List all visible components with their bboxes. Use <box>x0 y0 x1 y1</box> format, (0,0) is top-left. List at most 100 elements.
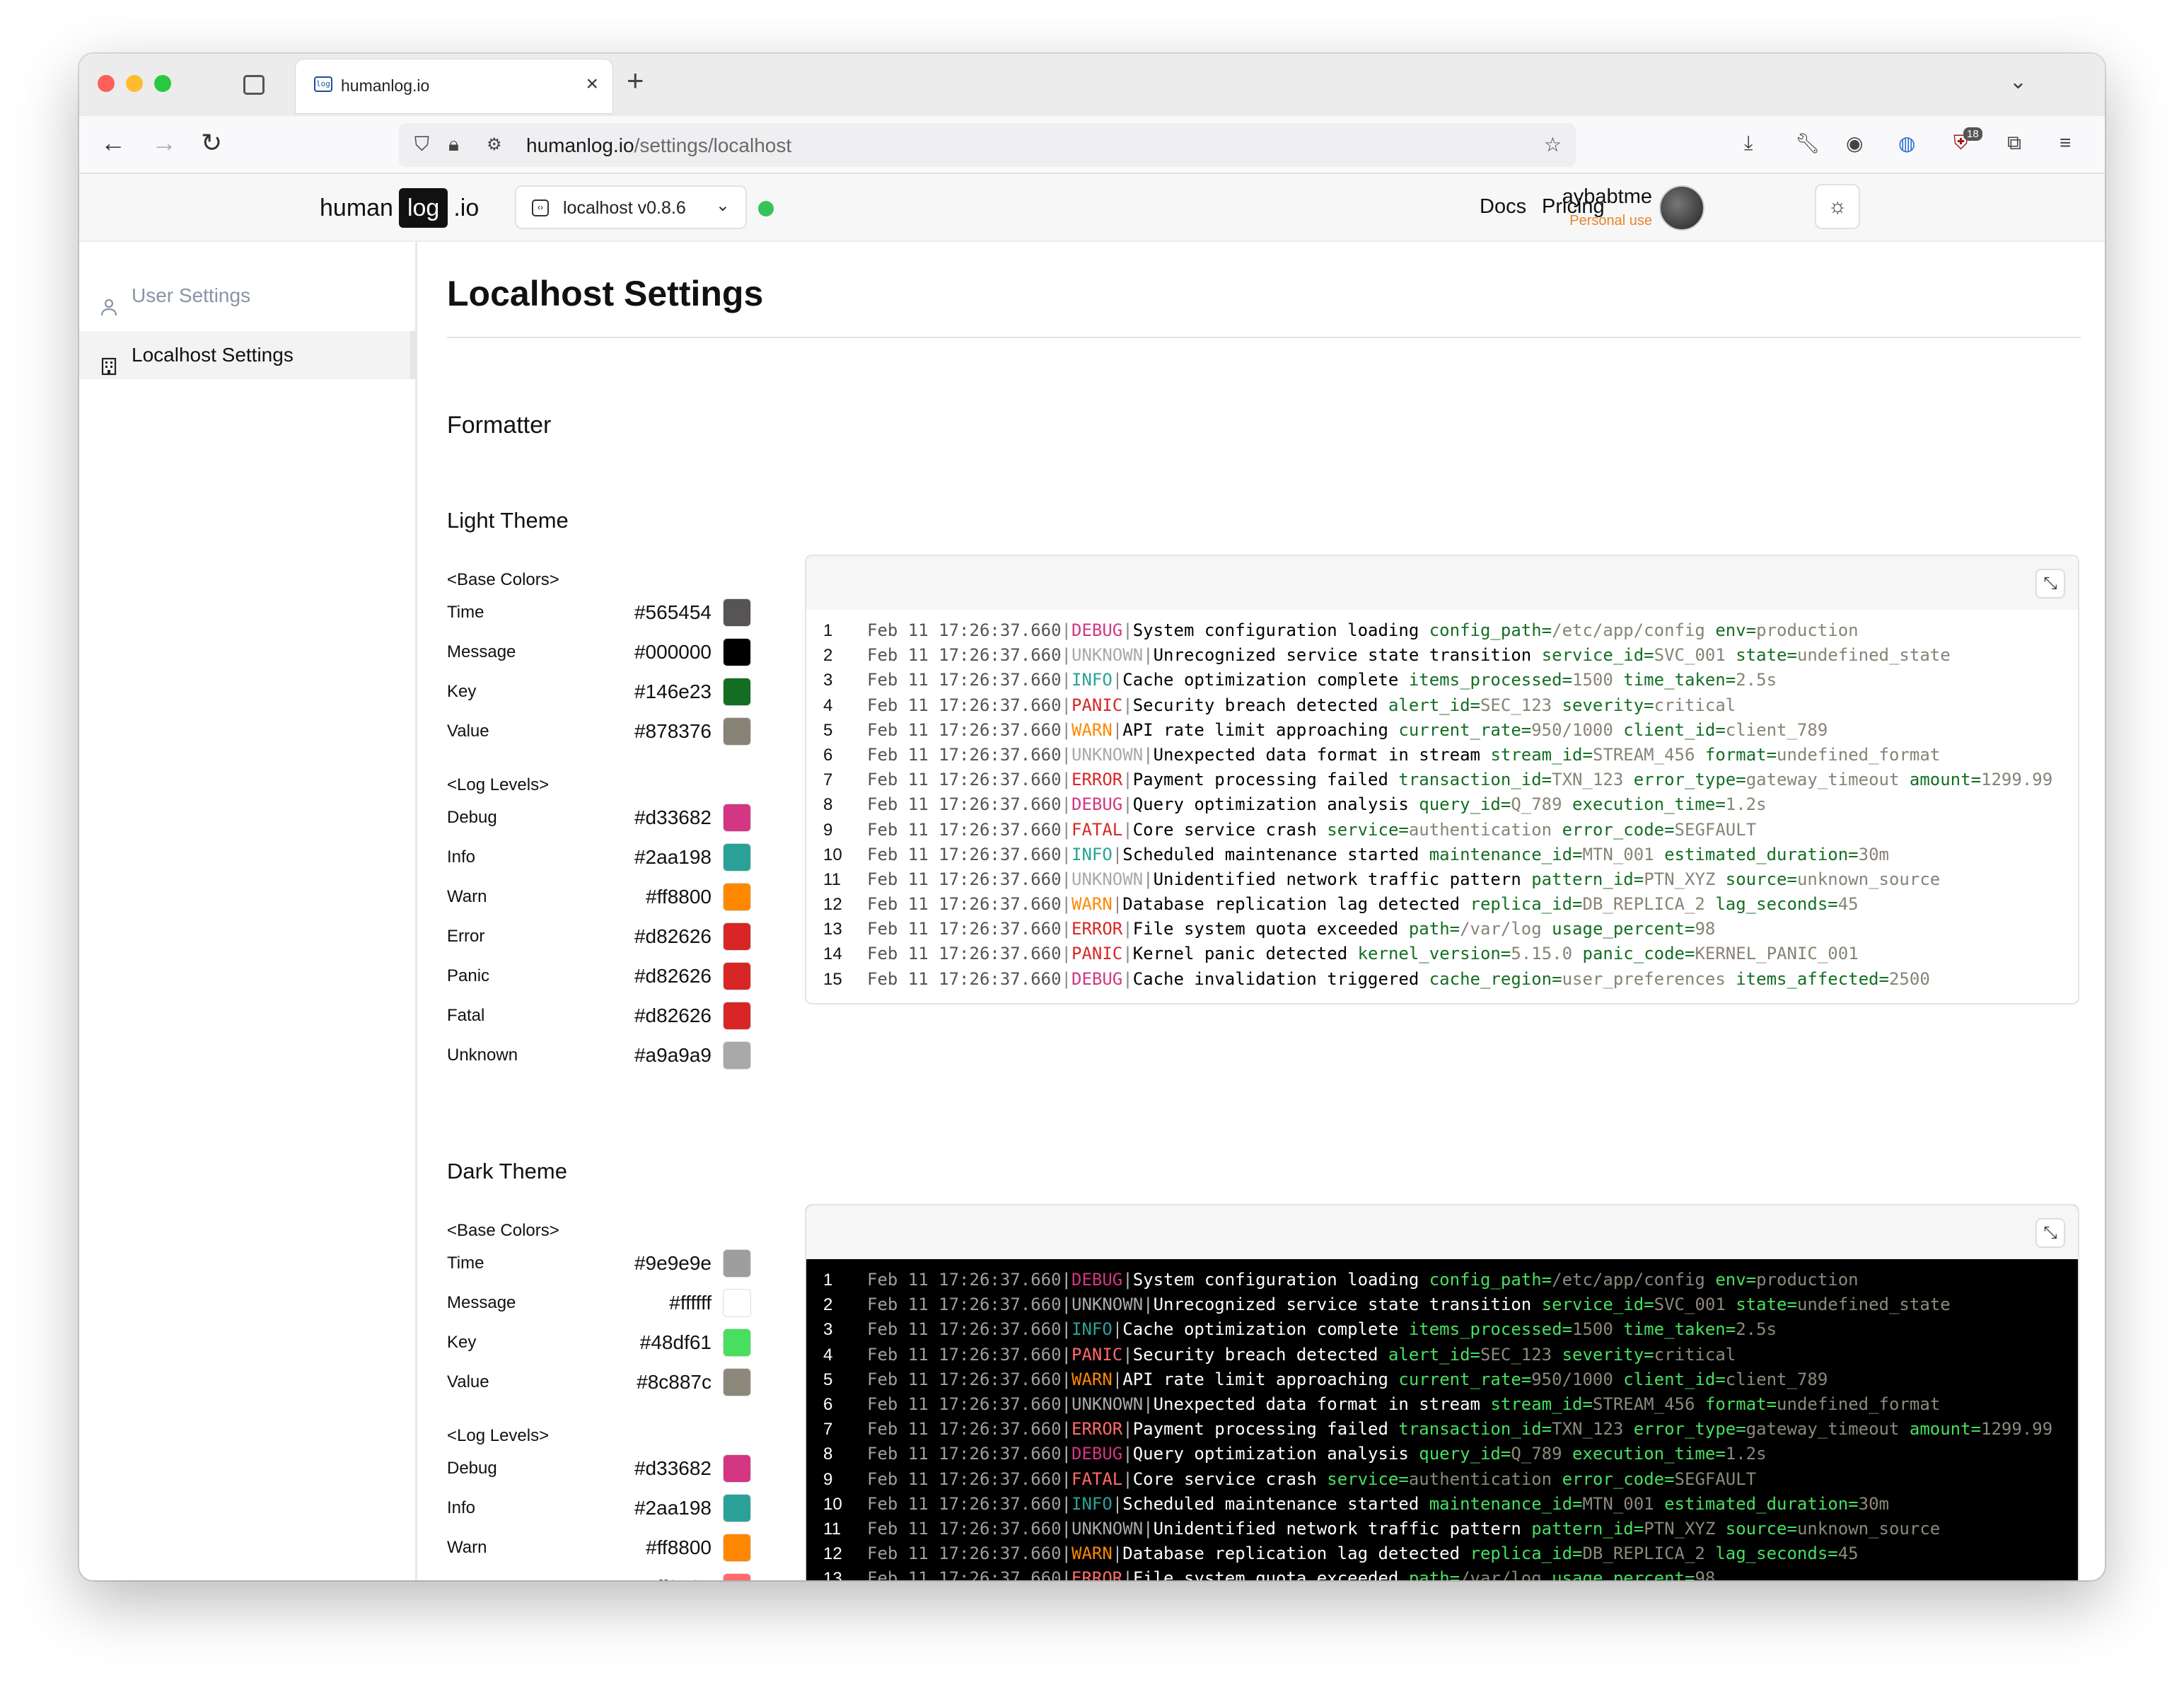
url-text[interactable]: humanlog.io/settings/localhost <box>526 134 791 157</box>
close-window-button[interactable] <box>98 75 115 92</box>
menu-icon[interactable]: ≡ <box>2060 132 2071 154</box>
light-theme-heading: Light Theme <box>447 508 569 533</box>
color-name: Info <box>447 847 476 867</box>
color-swatch[interactable] <box>723 1289 751 1317</box>
log-message: Payment processing failed <box>1132 1419 1399 1440</box>
color-swatch[interactable] <box>723 883 751 911</box>
log-separator: | <box>1061 1469 1071 1489</box>
color-swatch[interactable] <box>723 1041 751 1070</box>
color-swatch[interactable] <box>723 843 751 872</box>
address-bar[interactable]: ⛉ 🔒︎ ⚙ humanlog.io/settings/localhost ☆ <box>399 123 1576 167</box>
account-icon[interactable]: ◉ <box>1846 132 1863 155</box>
log-key: error_type= <box>1633 1419 1746 1440</box>
environment-label: localhost v0.8.6 <box>563 198 686 218</box>
line-number: 9 <box>823 1469 833 1489</box>
list-tabs-icon[interactable]: ⌄ <box>2009 69 2027 94</box>
log-value: 2.5s <box>1736 1319 1777 1340</box>
color-swatch[interactable] <box>723 1534 751 1562</box>
log-value: 30m <box>1858 1493 1889 1514</box>
color-swatch[interactable] <box>723 1328 751 1357</box>
color-hex: #d33682 <box>634 806 711 828</box>
back-icon[interactable]: ← <box>100 127 126 158</box>
log-key: service_id= <box>1541 645 1654 666</box>
sidebar-item-localhost-settings[interactable]: Localhost Settings <box>79 331 417 379</box>
log-key: config_path= <box>1429 1270 1552 1290</box>
color-swatch[interactable] <box>723 1368 751 1396</box>
log-value: SVC_001 <box>1654 645 1736 666</box>
sidebar-item-user-settings[interactable]: User Settings <box>79 272 412 320</box>
log-time: Feb 11 17:26:37.660 <box>867 869 1062 889</box>
tab-humanlog[interactable]: log humanlog.io × <box>296 59 612 113</box>
bookmark-star-icon[interactable]: ☆ <box>1544 133 1562 156</box>
new-tab-button[interactable]: + <box>627 64 644 98</box>
wrench-icon[interactable]: 🔧︎ <box>1795 132 1820 155</box>
color-swatch[interactable] <box>723 717 751 746</box>
expand-button[interactable]: ⤡ <box>2035 569 2065 598</box>
shield-icon[interactable]: ⛉ <box>414 133 429 156</box>
line-number: 1 <box>823 621 833 640</box>
forward-icon[interactable]: → <box>151 127 177 158</box>
color-swatch[interactable] <box>723 1494 751 1522</box>
reload-icon[interactable]: ↻ <box>201 127 222 158</box>
extensions-puzzle-icon[interactable]: ⧉ <box>2007 132 2021 155</box>
log-separator: | <box>1122 1469 1133 1489</box>
environment-select[interactable]: ‹› localhost v0.8.6 ⌄ <box>515 185 747 229</box>
avatar[interactable] <box>1659 185 1704 231</box>
log-line: 12 Feb 11 17:26:37.660|WARN|Database repl… <box>806 1541 2078 1566</box>
lock-icon[interactable]: 🔒︎ <box>448 133 459 156</box>
base-colors-group-label: <Base Colors> <box>447 1221 559 1240</box>
line-number: 5 <box>823 720 833 740</box>
expand-icon: ⤡ <box>2043 574 2057 593</box>
expand-button[interactable]: ⤡ <box>2035 1218 2065 1248</box>
color-swatch[interactable] <box>723 1002 751 1030</box>
line-number: 2 <box>823 1295 833 1315</box>
log-key: service= <box>1327 819 1409 840</box>
maximize-window-button[interactable] <box>154 75 171 92</box>
log-time: Feb 11 17:26:37.660 <box>867 620 1062 640</box>
color-hex: #d82626 <box>634 965 711 987</box>
color-swatch[interactable] <box>723 598 751 627</box>
log-line: 14 Feb 11 17:26:37.660|PANIC|Kernel panic… <box>806 942 2078 966</box>
color-swatch[interactable] <box>723 804 751 832</box>
color-swatch[interactable] <box>723 962 751 990</box>
line-number: 3 <box>823 1320 833 1340</box>
color-swatch[interactable] <box>723 1454 751 1483</box>
log-value: undefined_state <box>1796 1295 1951 1315</box>
extension-icon[interactable]: ◍ <box>1898 132 1915 155</box>
log-level: ERROR <box>1071 1419 1123 1440</box>
user-menu[interactable]: aybabtme Personal use <box>1515 185 1652 229</box>
color-swatch[interactable] <box>723 678 751 706</box>
log-message: Database replication lag detected <box>1122 894 1470 915</box>
log-line: 1 Feb 11 17:26:37.660|DEBUG|System config… <box>806 618 2078 643</box>
logo[interactable]: human log .io <box>320 188 479 228</box>
log-separator: | <box>1061 819 1071 840</box>
minimize-window-button[interactable] <box>126 75 143 92</box>
color-name: Key <box>447 682 477 701</box>
color-swatch[interactable] <box>723 1573 751 1580</box>
log-line: 5 Feb 11 17:26:37.660|WARN|API rate limit… <box>806 1367 2078 1392</box>
log-level: UNKNOWN <box>1071 1518 1144 1539</box>
log-separator: | <box>1143 1518 1154 1539</box>
log-separator: | <box>1061 1444 1071 1464</box>
log-key: service_id= <box>1541 1295 1654 1315</box>
log-line: 2 Feb 11 17:26:37.660|UNKNOWN|Unrecognize… <box>806 1292 2078 1317</box>
base-colors-group-label: <Base Colors> <box>447 570 559 589</box>
color-swatch[interactable] <box>723 922 751 951</box>
color-swatch[interactable] <box>723 638 751 666</box>
log-separator: | <box>1143 1394 1154 1414</box>
log-separator: | <box>1061 645 1071 666</box>
close-tab-icon[interactable]: × <box>586 72 598 96</box>
log-level: UNKNOWN <box>1071 1295 1144 1315</box>
downloads-icon[interactable]: ⤓ <box>1744 132 1753 155</box>
log-value: client_789 <box>1725 1369 1828 1389</box>
log-separator: | <box>1061 1419 1071 1440</box>
theme-toggle-button[interactable]: ☼ <box>1815 184 1860 229</box>
sidebar-item-label: Localhost Settings <box>132 344 294 366</box>
log-separator: | <box>1061 670 1071 690</box>
log-level: ERROR <box>1071 919 1123 939</box>
color-swatch[interactable] <box>723 1249 751 1278</box>
log-key: transaction_id= <box>1398 770 1552 790</box>
log-message: Unidentified network traffic pattern <box>1153 869 1532 889</box>
tab-overview-icon[interactable] <box>243 75 265 95</box>
permissions-icon[interactable]: ⚙ <box>487 134 502 155</box>
